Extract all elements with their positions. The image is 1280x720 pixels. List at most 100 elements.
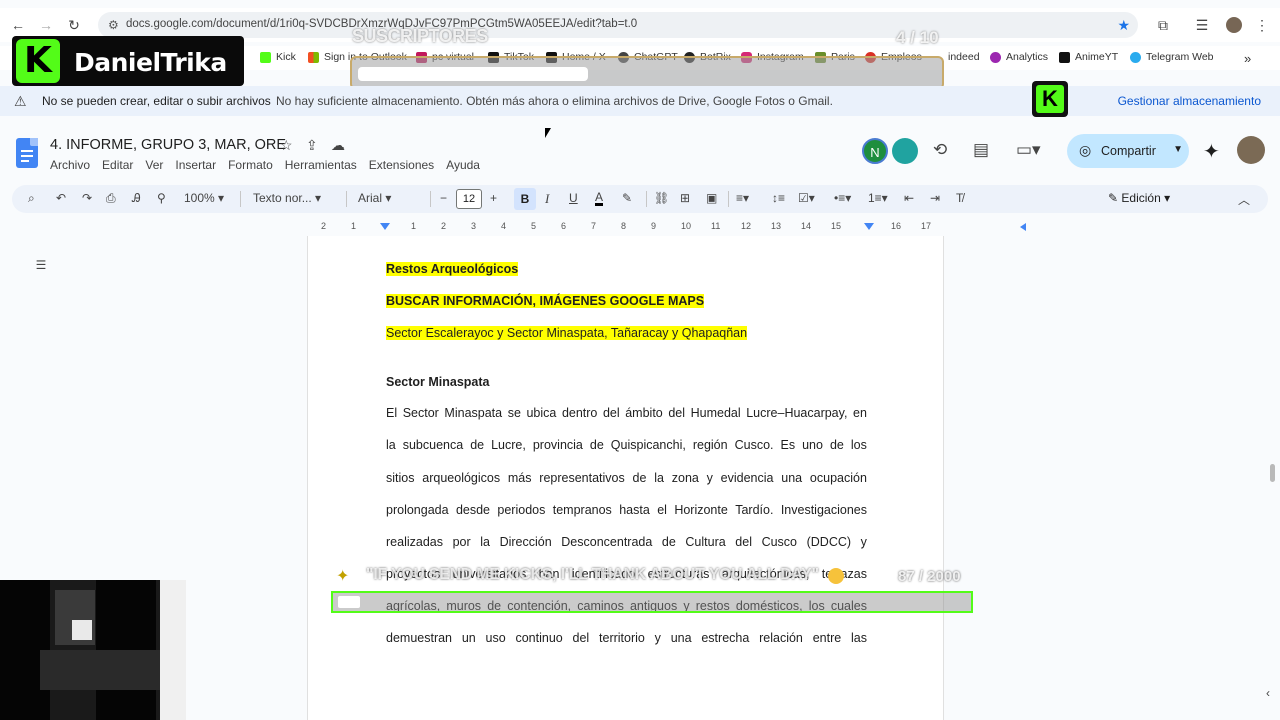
paragraph-line: El Sector Minaspata se ubica dentro del ámbito d… bbox=[386, 406, 867, 420]
spellcheck-icon[interactable]: Ꭿ bbox=[132, 191, 141, 206]
zoom-select[interactable]: 100% ▾ bbox=[184, 191, 224, 205]
alert-box-overlay bbox=[331, 591, 973, 613]
bullet-list-icon[interactable]: •≡▾ bbox=[834, 191, 851, 205]
kick-icon bbox=[260, 51, 271, 63]
collapse-icon[interactable]: ︿ bbox=[1238, 191, 1250, 208]
link-icon[interactable]: ⛓ bbox=[654, 191, 669, 205]
bookmark-animeyt[interactable]: AnimeYT bbox=[1059, 51, 1118, 63]
url-input[interactable]: ⚙ docs.google.com/document/d/1ri0q-SVDCB… bbox=[98, 12, 1138, 38]
gemini-icon[interactable]: ✦ bbox=[1203, 139, 1220, 164]
back-icon[interactable]: ← bbox=[10, 17, 26, 33]
anonymous-avatar[interactable] bbox=[892, 138, 918, 164]
menu-bar: Archivo Editar Ver Insertar Formato Herr… bbox=[50, 158, 480, 172]
subscriber-count: 4 / 10 bbox=[896, 28, 939, 47]
ruler: 2 1 1 2 3 4 5 6 7 8 9 10 11 12 13 14 15 … bbox=[308, 221, 1026, 235]
donation-ticker: "IF YOU SEND ME KICKS, I'LL THANK ABOUT … bbox=[366, 566, 819, 583]
bookmarks-overflow-icon[interactable]: » bbox=[1244, 51, 1251, 66]
bookmark-analytics[interactable]: Analytics bbox=[990, 51, 1048, 63]
bookmark-star-icon[interactable]: ★ bbox=[1117, 17, 1130, 34]
menu-formato[interactable]: Formato bbox=[228, 158, 273, 172]
comments-icon[interactable]: ▤ bbox=[973, 140, 989, 160]
line-spacing-icon[interactable]: ↕≡ bbox=[772, 191, 785, 205]
ticker-count: 87 / 2000 bbox=[898, 568, 961, 585]
bookmark-indeed[interactable]: indeed bbox=[948, 51, 980, 63]
tab-stop-marker[interactable] bbox=[1020, 223, 1026, 231]
streamer-name: DanielTrika bbox=[74, 48, 227, 77]
share-button[interactable]: ◎ Compartir ▼ bbox=[1067, 134, 1189, 168]
star-icon[interactable]: ☆ bbox=[280, 137, 293, 154]
menu-icon[interactable]: ⋮ bbox=[1254, 17, 1270, 33]
menu-editar[interactable]: Editar bbox=[102, 158, 133, 172]
left-indent-marker[interactable] bbox=[380, 223, 390, 230]
edit-mode-select[interactable]: ✎ Edición ▾ bbox=[1108, 191, 1170, 205]
animeyt-icon bbox=[1059, 51, 1070, 63]
heading-restos: Restos Arqueológicos bbox=[386, 262, 519, 276]
undo-icon[interactable]: ↶ bbox=[56, 191, 66, 205]
redo-icon[interactable]: ↷ bbox=[82, 191, 92, 205]
collaborator-avatar[interactable]: N bbox=[862, 138, 888, 164]
paint-format-icon[interactable]: ⚲ bbox=[157, 191, 166, 205]
cloud-status-icon[interactable]: ☁ bbox=[331, 137, 345, 154]
bookmark-telegram[interactable]: Telegram Web bbox=[1130, 51, 1214, 63]
clear-format-icon[interactable]: T̸ bbox=[956, 191, 963, 205]
analytics-icon bbox=[990, 51, 1001, 63]
checklist-icon[interactable]: ☑▾ bbox=[798, 191, 815, 205]
image-icon[interactable]: ▣ bbox=[706, 191, 717, 205]
indent-increase-icon[interactable]: ⇥ bbox=[930, 191, 940, 205]
subscriber-label: SUSCRIPTORES bbox=[352, 26, 488, 46]
menu-ver[interactable]: Ver bbox=[145, 158, 163, 172]
heading-buscar: BUSCAR INFORMACIÓN, IMÁGENES GOOGLE MAPS bbox=[386, 294, 705, 308]
document-page[interactable]: Restos Arqueológicos BUSCAR INFORMACIÓN,… bbox=[307, 236, 944, 720]
italic-button[interactable]: I bbox=[545, 191, 549, 207]
menu-ayuda[interactable]: Ayuda bbox=[446, 158, 480, 172]
numbered-list-icon[interactable]: 1≡▾ bbox=[868, 191, 888, 205]
menu-herramientas[interactable]: Herramientas bbox=[285, 158, 357, 172]
side-panel-toggle-icon[interactable]: ‹ bbox=[1266, 686, 1270, 700]
print-icon[interactable]: ⎙ bbox=[106, 191, 116, 206]
globe-icon: ◎ bbox=[1079, 142, 1092, 158]
align-icon[interactable]: ≡▾ bbox=[736, 191, 749, 205]
formatting-toolbar: ⌕ ↶ ↷ ⎙ Ꭿ ⚲ 100% ▾ Texto nor... ▾ Arial … bbox=[12, 185, 1268, 213]
storage-warning-banner: ⚠ No se pueden crear, editar o subir arc… bbox=[0, 86, 1280, 116]
webcam-feed bbox=[0, 580, 186, 720]
move-icon[interactable]: ⇪ bbox=[306, 137, 318, 154]
meet-icon[interactable]: ▭▾ bbox=[1016, 140, 1041, 160]
right-indent-marker[interactable] bbox=[864, 223, 874, 230]
outline-icon[interactable]: ☰ bbox=[30, 258, 52, 276]
comment-add-icon[interactable]: ⊞ bbox=[680, 191, 690, 205]
menu-extensiones[interactable]: Extensiones bbox=[369, 158, 434, 172]
forward-icon[interactable]: → bbox=[38, 17, 54, 33]
extensions-icon[interactable]: ⧉ bbox=[1155, 17, 1171, 33]
user-avatar[interactable] bbox=[1237, 136, 1265, 164]
highlight-icon[interactable]: ✎ bbox=[622, 191, 632, 205]
reload-icon[interactable]: ↻ bbox=[66, 17, 82, 33]
paragraph-line: la subcuenca de Lucre, provincia de Quispicanc… bbox=[386, 438, 867, 452]
font-size-input[interactable]: 12 bbox=[456, 189, 482, 209]
history-icon[interactable]: ⟲ bbox=[933, 140, 947, 160]
search-icon[interactable]: ⌕ bbox=[28, 191, 35, 206]
menu-insertar[interactable]: Insertar bbox=[175, 158, 216, 172]
paragraph-line: demuestran un uso continuo del territorio y una… bbox=[386, 631, 867, 645]
indent-decrease-icon[interactable]: ⇤ bbox=[904, 191, 914, 205]
underline-button[interactable]: U bbox=[569, 191, 578, 205]
menu-archivo[interactable]: Archivo bbox=[50, 158, 90, 172]
text-color-button[interactable]: A bbox=[595, 191, 604, 206]
manage-storage-link[interactable]: Gestionar almacenamiento bbox=[1118, 94, 1261, 108]
streamer-logo: K DanielTrika bbox=[12, 36, 244, 86]
style-select[interactable]: Texto nor... ▾ bbox=[253, 191, 321, 205]
bold-button[interactable]: B bbox=[514, 188, 536, 210]
increase-font-button[interactable]: + bbox=[490, 191, 497, 205]
scrollbar-thumb[interactable] bbox=[1270, 464, 1275, 482]
site-info-icon[interactable]: ⚙ bbox=[108, 18, 119, 32]
media-icon[interactable]: ☰ bbox=[1194, 17, 1210, 33]
section-title: Sector Minaspata bbox=[386, 375, 490, 389]
paragraph-line: prolongada desde periodos tempranos hasta el H… bbox=[386, 503, 867, 517]
chevron-down-icon[interactable]: ▼ bbox=[1173, 144, 1183, 155]
telegram-icon bbox=[1130, 51, 1141, 63]
bookmark-kick[interactable]: Kick bbox=[260, 51, 296, 63]
font-select[interactable]: Arial ▾ bbox=[358, 191, 391, 205]
docs-logo-icon[interactable] bbox=[16, 138, 38, 168]
profile-avatar[interactable] bbox=[1226, 17, 1242, 33]
document-title[interactable]: 4. INFORME, GRUPO 3, MAR, ORE bbox=[50, 137, 286, 153]
decrease-font-button[interactable]: − bbox=[440, 191, 447, 205]
